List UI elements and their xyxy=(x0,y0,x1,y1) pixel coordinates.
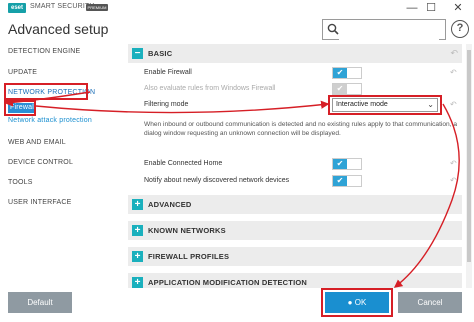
check-icon: ✔ xyxy=(333,84,347,94)
eset-logo: eset xyxy=(8,3,26,13)
collapse-icon[interactable]: − xyxy=(132,48,143,59)
cancel-button[interactable]: Cancel xyxy=(398,292,462,313)
section-firewall-profiles[interactable]: + FIREWALL PROFILES xyxy=(128,247,462,266)
section-title: BASIC xyxy=(148,49,173,58)
expand-icon[interactable]: + xyxy=(132,199,143,210)
expand-icon[interactable]: + xyxy=(132,251,143,262)
section-known-networks[interactable]: + KNOWN NETWORKS xyxy=(128,221,462,240)
highlight-filtering-mode xyxy=(328,95,442,115)
sidebar-item-update[interactable]: UPDATE xyxy=(8,69,37,76)
expand-icon[interactable]: + xyxy=(132,225,143,236)
sidebar-item-device-control[interactable]: DEVICE CONTROL xyxy=(8,159,73,166)
close-button[interactable]: ✕ xyxy=(450,1,466,15)
enable-firewall-label: Enable Firewall xyxy=(144,69,192,76)
enable-connected-home-label: Enable Connected Home xyxy=(144,160,223,167)
expand-icon[interactable]: + xyxy=(132,277,143,288)
undo-icon[interactable]: ↶ xyxy=(450,48,458,59)
maximize-button[interactable]: ☐ xyxy=(423,1,439,15)
section-title: APPLICATION MODIFICATION DETECTION xyxy=(148,278,308,287)
evaluate-windows-rules-label: Also evaluate rules from Windows Firewal… xyxy=(144,85,276,92)
notify-new-devices-toggle[interactable]: ✔ xyxy=(332,175,362,187)
section-title: ADVANCED xyxy=(148,200,192,209)
undo-icon[interactable]: ↶ xyxy=(450,100,457,109)
check-icon: ✔ xyxy=(333,159,347,169)
filtering-mode-label: Filtering mode xyxy=(144,101,189,108)
undo-icon[interactable]: ↶ xyxy=(450,68,457,77)
undo-icon[interactable]: ↶ xyxy=(450,176,457,185)
filtering-mode-description: When inbound or outbound communication i… xyxy=(144,121,458,137)
evaluate-windows-rules-toggle: ✔ xyxy=(332,83,362,95)
default-button[interactable]: Default xyxy=(8,292,72,313)
check-icon: ✔ xyxy=(333,176,347,186)
search-input[interactable] xyxy=(339,20,439,40)
sidebar-item-detection-engine[interactable]: DETECTION ENGINE xyxy=(8,48,80,55)
check-icon: ✔ xyxy=(333,68,347,78)
minimize-button[interactable]: — xyxy=(404,1,420,15)
enable-connected-home-toggle[interactable]: ✔ xyxy=(332,158,362,170)
search-field[interactable] xyxy=(322,19,446,40)
section-application-modification-detection[interactable]: + APPLICATION MODIFICATION DETECTION xyxy=(128,273,462,288)
page-title: Advanced setup xyxy=(8,21,109,37)
help-icon[interactable]: ? xyxy=(451,20,469,38)
settings-panel: − BASIC ↶ Enable Firewall ✔ ↶ Also evalu… xyxy=(124,44,466,288)
notify-new-devices-label: Notify about newly discovered network de… xyxy=(144,177,290,184)
section-basic[interactable]: − BASIC ↶ xyxy=(128,44,462,63)
section-title: KNOWN NETWORKS xyxy=(148,226,226,235)
app-name: SMART SECURITY xyxy=(30,3,95,10)
highlight-ok-button xyxy=(321,288,393,317)
sidebar-item-tools[interactable]: TOOLS xyxy=(8,179,33,186)
section-advanced[interactable]: + ADVANCED xyxy=(128,195,462,214)
highlight-network-protection xyxy=(4,83,88,100)
search-icon xyxy=(327,23,339,35)
sidebar-item-user-interface[interactable]: USER INTERFACE xyxy=(8,199,71,206)
section-title: FIREWALL PROFILES xyxy=(148,252,230,261)
undo-icon[interactable]: ↶ xyxy=(450,159,457,168)
app-edition-badge: PREMIUM xyxy=(86,4,108,11)
title-bar: eset SMART SECURITY PREMIUM — ☐ ✕ xyxy=(0,0,474,18)
enable-firewall-toggle[interactable]: ✔ xyxy=(332,67,362,79)
highlight-firewall xyxy=(4,100,36,116)
scrollbar[interactable] xyxy=(466,44,472,288)
sidebar-item-web-and-email[interactable]: WEB AND EMAIL xyxy=(8,139,66,146)
sidebar-item-network-attack-protection[interactable]: Network attack protection xyxy=(8,117,92,124)
